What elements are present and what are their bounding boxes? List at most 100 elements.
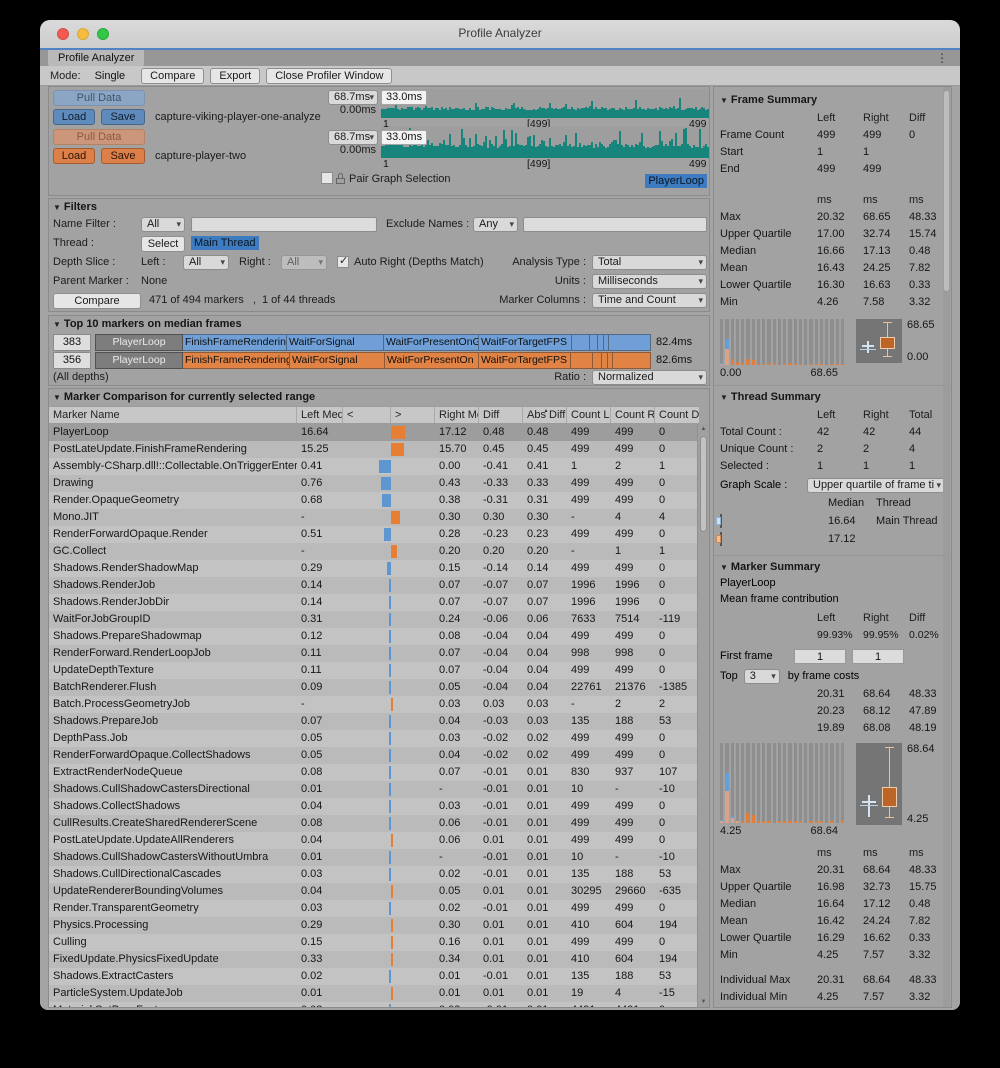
foldout-triangle-icon[interactable]: ▼	[720, 96, 728, 105]
thread-selected-value[interactable]: Main Thread	[191, 236, 259, 250]
close-profiler-window-button[interactable]: Close Profiler Window	[266, 68, 392, 84]
marker-segment[interactable]: PlayerLoop	[95, 334, 183, 351]
marker-columns-dropdown[interactable]: Time and Count	[592, 293, 707, 308]
table-row[interactable]: Shadows.PrepareJob 0.07 0.04 -0.03 0.03 …	[49, 713, 699, 730]
table-row[interactable]: Shadows.CullShadowCastersWithoutUmbra 0.…	[49, 849, 699, 866]
compare-button[interactable]: Compare	[53, 293, 141, 309]
pull-data-button-left[interactable]: Pull Data	[53, 90, 145, 106]
range-dropdown-left[interactable]: 68.7ms	[328, 90, 378, 105]
table-row[interactable]: WaitForJobGroupID 0.31 0.24 -0.06 0.06 7…	[49, 611, 699, 628]
table-row[interactable]: Drawing 0.76 0.43 -0.33 0.33 499 499 0	[49, 475, 699, 492]
depth-right-dropdown[interactable]: All	[281, 255, 327, 270]
foldout-triangle-icon[interactable]: ▼	[53, 320, 61, 329]
scrollbar-thumb[interactable]	[700, 436, 707, 532]
marker-segment[interactable]	[613, 352, 651, 369]
mode-single[interactable]: Single	[95, 70, 126, 82]
marker-segment[interactable]: PlayerLoop	[95, 352, 183, 369]
marker-segment[interactable]: FinishFrameRendering	[183, 352, 290, 369]
table-row[interactable]: Shadows.RenderShadowMap 0.29 0.15 -0.14 …	[49, 560, 699, 577]
col-marker-name[interactable]: Marker Name	[49, 407, 297, 423]
graph-scale-dropdown[interactable]: Upper quartile of frame ti	[807, 478, 945, 493]
compare-mode-button[interactable]: Compare	[141, 68, 204, 84]
auto-right-checkbox[interactable]	[337, 256, 349, 268]
table-row[interactable]: Shadows.CollectShadows 0.04 0.03 -0.01 0…	[49, 798, 699, 815]
load-button-left[interactable]: Load	[53, 109, 95, 125]
table-row[interactable]: Mono.JIT - 0.30 0.30 0.30 - 4 4	[49, 509, 699, 526]
marker-segment[interactable]	[609, 334, 651, 351]
exclude-names-input[interactable]	[523, 217, 707, 232]
thread-row[interactable]: 17.12	[720, 531, 945, 549]
table-row[interactable]: FixedUpdate.PhysicsFixedUpdate 0.33 0.34…	[49, 951, 699, 968]
marker-segment[interactable]	[572, 334, 590, 351]
pair-graph-selection-checkbox[interactable]	[321, 172, 333, 184]
thread-select-button[interactable]: Select	[141, 236, 185, 252]
table-row[interactable]: CullResults.CreateSharedRendererScene 0.…	[49, 815, 699, 832]
pull-data-button-right[interactable]: Pull Data	[53, 129, 145, 145]
table-row[interactable]: Shadows.RenderJob 0.14 0.07 -0.07 0.07 1…	[49, 577, 699, 594]
marker-segment[interactable]	[571, 352, 593, 369]
marker-segment[interactable]: WaitForPresentOnG	[384, 334, 479, 351]
col-diff[interactable]: Diff	[479, 407, 523, 423]
table-row[interactable]: Shadows.RenderJobDir 0.14 0.07 -0.07 0.0…	[49, 594, 699, 611]
selected-marker-tag[interactable]: PlayerLoop	[645, 174, 707, 188]
table-row[interactable]: Material.SetPassFast 0.03 0.02 -0.01 0.0…	[49, 1002, 699, 1007]
col-left-median[interactable]: Left Med	[297, 407, 343, 423]
scroll-down-icon[interactable]: ▼	[698, 999, 709, 1005]
table-row[interactable]: Assembly-CSharp.dll!::Collectable.OnTrig…	[49, 458, 699, 475]
analysis-type-dropdown[interactable]: Total	[592, 255, 707, 270]
table-row[interactable]: UpdateRendererBoundingVolumes 0.04 0.05 …	[49, 883, 699, 900]
table-row[interactable]: PlayerLoop 16.64 17.12 0.48 0.48 499 499…	[49, 424, 699, 441]
frame-time-graph-right[interactable]	[381, 127, 709, 158]
marker-segment[interactable]	[590, 334, 598, 351]
table-row[interactable]: PostLateUpdate.FinishFrameRendering 15.2…	[49, 441, 699, 458]
table-scrollbar[interactable]: ▲ ▼	[697, 424, 709, 1007]
range-dropdown-right[interactable]: 68.7ms	[328, 130, 378, 145]
foldout-triangle-icon[interactable]: ▼	[53, 393, 61, 402]
depth-left-dropdown[interactable]: All	[183, 255, 229, 270]
top10-row-left[interactable]: 383 PlayerLoopFinishFrameRenderinWaitFor…	[53, 334, 692, 351]
col-abs-diff[interactable]: ▴Abs Diff	[523, 407, 567, 423]
table-row[interactable]: GC.Collect - 0.20 0.20 0.20 - 1 1	[49, 543, 699, 560]
table-row[interactable]: DepthPass.Job 0.05 0.03 -0.02 0.02 499 4…	[49, 730, 699, 747]
col-count-right[interactable]: Count Right	[611, 407, 655, 423]
window-titlebar[interactable]: Profile Analyzer	[40, 20, 960, 49]
table-row[interactable]: Physics.Processing 0.29 0.30 0.01 0.01 4…	[49, 917, 699, 934]
save-button-left[interactable]: Save	[101, 109, 145, 125]
table-row[interactable]: Render.OpaqueGeometry 0.68 0.38 -0.31 0.…	[49, 492, 699, 509]
table-row[interactable]: ParticleSystem.UpdateJob 0.01 0.01 0.01 …	[49, 985, 699, 1002]
thread-row[interactable]: 16.64 Main Thread	[720, 513, 945, 531]
tab-profile-analyzer[interactable]: Profile Analyzer	[48, 50, 144, 66]
marker-segment[interactable]: WaitForSignal	[290, 352, 385, 369]
ratio-dropdown[interactable]: Normalized	[592, 370, 707, 385]
col-right-bar[interactable]: >	[391, 407, 435, 423]
marker-segment[interactable]: WaitForTargetFPS	[479, 352, 571, 369]
save-button-right[interactable]: Save	[101, 148, 145, 164]
first-frame-right-button[interactable]: 1	[852, 649, 904, 664]
first-frame-left-button[interactable]: 1	[794, 649, 846, 664]
marker-segment[interactable]: WaitForPresentOn	[385, 352, 479, 369]
scroll-up-icon[interactable]: ▲	[698, 426, 709, 432]
col-count-delta[interactable]: Count Delta	[655, 407, 699, 423]
marker-segment[interactable]	[593, 352, 602, 369]
top10-row-right[interactable]: 356 PlayerLoopFinishFrameRenderingWaitFo…	[53, 352, 692, 369]
export-button[interactable]: Export	[210, 68, 260, 84]
marker-segment[interactable]: FinishFrameRenderin	[183, 334, 287, 351]
table-row[interactable]: Render.TransparentGeometry 0.03 0.02 -0.…	[49, 900, 699, 917]
units-dropdown[interactable]: Milliseconds	[592, 274, 707, 289]
table-row[interactable]: RenderForwardOpaque.Render 0.51 0.28 -0.…	[49, 526, 699, 543]
marker-segment[interactable]: WaitForTargetFPS	[479, 334, 572, 351]
table-row[interactable]: Batch.ProcessGeometryJob - 0.03 0.03 0.0…	[49, 696, 699, 713]
sidebar-scrollbar-thumb[interactable]	[944, 91, 949, 291]
table-row[interactable]: BatchRenderer.Flush 0.09 0.05 -0.04 0.04…	[49, 679, 699, 696]
top-count-dropdown[interactable]: 3	[744, 669, 780, 684]
exclude-mode-dropdown[interactable]: Any	[473, 217, 518, 232]
foldout-triangle-icon[interactable]: ▼	[720, 393, 728, 402]
foldout-triangle-icon[interactable]: ▼	[53, 203, 61, 212]
col-left-bar[interactable]: <	[343, 407, 391, 423]
table-row[interactable]: Shadows.PrepareShadowmap 0.12 0.08 -0.04…	[49, 628, 699, 645]
table-row[interactable]: Shadows.ExtractCasters 0.02 0.01 -0.01 0…	[49, 968, 699, 985]
marker-segment[interactable]: WaitForSignal	[287, 334, 384, 351]
load-button-right[interactable]: Load	[53, 148, 95, 164]
table-row[interactable]: Culling 0.15 0.16 0.01 0.01 499 499 0	[49, 934, 699, 951]
table-row[interactable]: ExtractRenderNodeQueue 0.08 0.07 -0.01 0…	[49, 764, 699, 781]
